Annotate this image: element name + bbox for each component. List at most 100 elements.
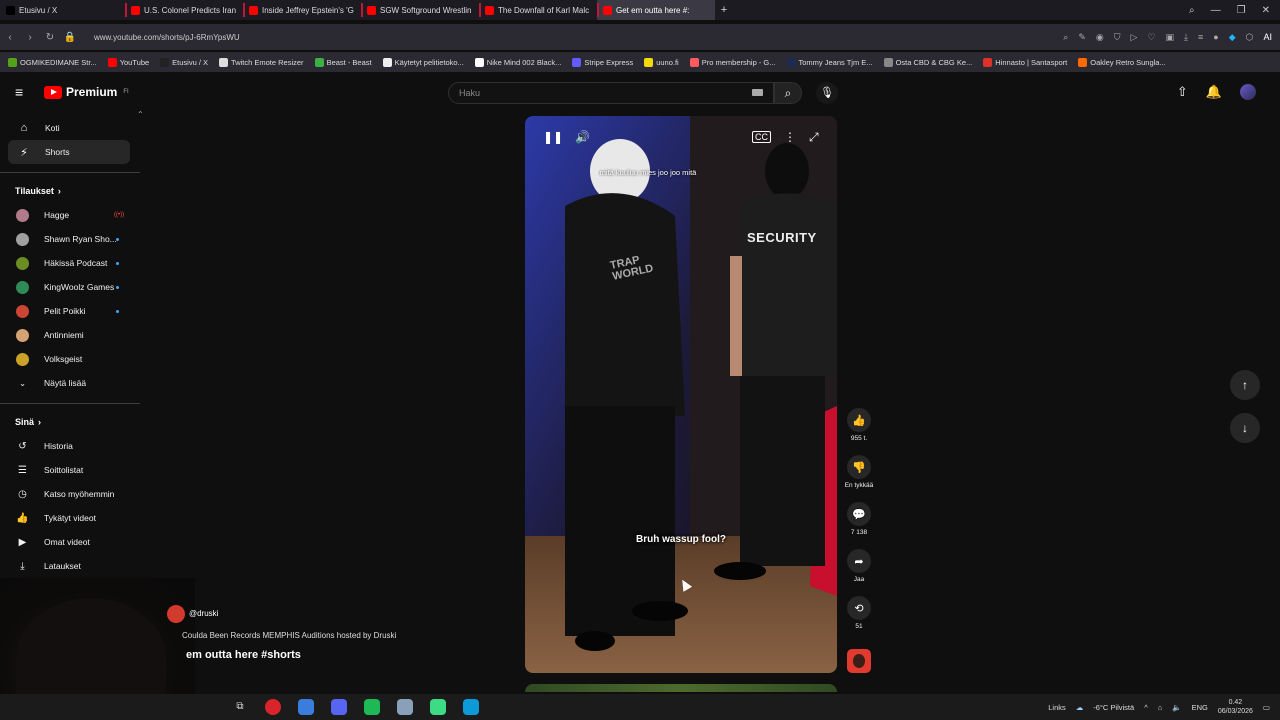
sidebar-item-downloads[interactable]: ⤓ Lataukset xyxy=(0,554,140,578)
more-options-icon[interactable]: ⋮ xyxy=(784,130,796,144)
captions-icon[interactable]: CC xyxy=(752,131,771,143)
shield-icon[interactable]: ⛉ xyxy=(1114,32,1121,43)
network-icon[interactable]: ⌂ xyxy=(1158,703,1163,712)
sidebar-item-playlists[interactable]: ☰ Soittolistat xyxy=(0,458,140,482)
bookmark-item[interactable]: Tommy Jeans Tjm E... xyxy=(786,57,873,67)
play-icon[interactable]: ▷ xyxy=(1131,32,1138,43)
subscription-item[interactable]: KingWoolz Games xyxy=(0,275,140,299)
create-upload-icon[interactable]: ⇧ xyxy=(1177,84,1188,100)
fullscreen-icon[interactable]: ⤢ xyxy=(809,130,819,145)
spotify-icon[interactable] xyxy=(364,699,380,715)
browser-tab[interactable]: Inside Jeffrey Epstein's 'G xyxy=(243,0,361,20)
opera-icon[interactable] xyxy=(265,699,281,715)
notifications-icon[interactable]: ▭ xyxy=(1263,703,1270,712)
show-more-button[interactable]: ⌄ Näytä lisää xyxy=(0,371,140,395)
sidebar-item-your-videos[interactable]: ▶ Omat videot xyxy=(0,530,140,554)
bookmark-item[interactable]: Pro membership - G... xyxy=(689,57,776,67)
sidebar-scroll-up-icon[interactable]: ⌃ xyxy=(137,110,144,119)
subscription-item[interactable]: Häkissä Podcast xyxy=(0,251,140,275)
subscriptions-heading[interactable]: Tilaukset › xyxy=(0,179,140,203)
camera-icon[interactable]: ◉ xyxy=(1096,32,1104,43)
download-icon[interactable]: ⤓ xyxy=(1184,32,1188,43)
clock[interactable]: 0.42 06/03/2026 xyxy=(1218,698,1253,716)
search-button[interactable]: ⌕ xyxy=(774,82,802,104)
remix-button[interactable]: ⟲ xyxy=(847,596,871,620)
bookmark-item[interactable]: uuno.fi xyxy=(644,57,679,67)
url-field[interactable]: www.youtube.com/shorts/pJ-6RmYpsWU xyxy=(94,33,240,42)
microphone-icon[interactable]: 🎙 xyxy=(816,82,838,104)
sidebar-item-watch-later[interactable]: ◷ Katso myöhemmin xyxy=(0,482,140,506)
share-button[interactable]: ➦ xyxy=(847,549,871,573)
bookmark-item[interactable]: Oakley Retro Sungla... xyxy=(1078,57,1166,67)
you-heading[interactable]: Sinä › xyxy=(0,410,140,434)
shorts-video-player[interactable]: ❚❚ 🔊 CC ⋮ ⤢ mitä kuuluu mies joo joo mit… xyxy=(525,116,837,673)
dislike-button[interactable]: 👎 xyxy=(847,455,871,479)
links-toolbar[interactable]: Links xyxy=(1048,703,1066,712)
subscription-item[interactable]: Pelit Poikki xyxy=(0,299,140,323)
new-tab-button[interactable]: + xyxy=(715,0,733,20)
bookmark-item[interactable]: Etusivu / X xyxy=(160,57,208,67)
maximize-icon[interactable]: ❐ xyxy=(1237,5,1246,16)
profile-icon[interactable]: ● xyxy=(1213,32,1218,42)
sidebar-item-shorts[interactable]: ⚡ Shorts xyxy=(8,140,130,164)
keyboard-icon[interactable] xyxy=(752,89,763,96)
heart-icon[interactable]: ♡ xyxy=(1147,32,1155,43)
browser-tab[interactable]: SGW Softground Wrestlin xyxy=(361,0,479,20)
search-tabs-icon[interactable]: ⌕ xyxy=(1189,5,1195,16)
speaker-icon[interactable]: 🔈 xyxy=(1172,703,1181,712)
subscription-item[interactable]: Shawn Ryan Sho... xyxy=(0,227,140,251)
edit-icon[interactable]: ✎ xyxy=(1078,32,1086,43)
next-short-preview[interactable] xyxy=(525,684,837,692)
subscription-item[interactable]: Volksgeist xyxy=(0,347,140,371)
next-short-button[interactable]: ↓ xyxy=(1230,413,1260,443)
short-sound-description[interactable]: Coulda Been Records MEMPHIS Auditions ho… xyxy=(182,631,396,640)
like-button[interactable]: 👍 xyxy=(847,408,871,432)
android-studio-icon[interactable] xyxy=(430,699,446,715)
close-icon[interactable]: ✕ xyxy=(1262,5,1270,16)
weather-text[interactable]: -6°C Pilvistä xyxy=(1093,703,1134,712)
bookmark-item[interactable]: Käytetyt pelitietoko... xyxy=(382,57,464,67)
bookmark-item[interactable]: Beast - Beast xyxy=(314,57,372,67)
ai-icon[interactable]: AI xyxy=(1263,32,1272,42)
volume-icon[interactable]: 🔊 xyxy=(575,130,590,144)
channel-avatar[interactable] xyxy=(167,605,185,623)
browser-tab[interactable]: U.S. Colonel Predicts Iran xyxy=(125,0,243,20)
edge-icon[interactable] xyxy=(463,699,479,715)
notifications-bell-icon[interactable]: 🔔 xyxy=(1206,84,1222,100)
copilot-icon[interactable] xyxy=(298,699,314,715)
bookmark-item[interactable]: Nike Mind 002 Black... xyxy=(474,57,561,67)
bookmark-item[interactable]: Osta CBD & CBG Ke... xyxy=(883,57,972,67)
sound-thumbnail[interactable] xyxy=(847,649,871,673)
browser-tab[interactable]: Etusivu / X xyxy=(0,0,125,20)
extension-box-icon[interactable]: ⬡ xyxy=(1246,32,1254,43)
subscription-item[interactable]: Hagge ((•)) xyxy=(0,203,140,227)
minimize-icon[interactable]: — xyxy=(1211,5,1221,16)
app-shield-icon[interactable] xyxy=(397,699,413,715)
menu-icon[interactable]: ≡ xyxy=(1198,32,1203,42)
sidebar-item-history[interactable]: ↺ Historia xyxy=(0,434,140,458)
hamburger-menu-icon[interactable]: ≡ xyxy=(15,85,29,99)
forward-icon[interactable]: › xyxy=(20,32,40,43)
language-indicator[interactable]: ENG xyxy=(1192,703,1208,712)
youtube-premium-logo[interactable]: Premium FI xyxy=(44,85,129,99)
back-icon[interactable]: ‹ xyxy=(0,32,20,43)
bookmark-item[interactable]: Twitch Emote Resizer xyxy=(219,57,304,67)
discord-icon[interactable] xyxy=(331,699,347,715)
bookmark-item[interactable]: Hinnasto | Santasport xyxy=(983,57,1067,67)
search-icon[interactable]: ⌕ xyxy=(1063,32,1068,43)
cube-icon[interactable]: ▣ xyxy=(1166,32,1175,43)
extension-icon[interactable]: ◆ xyxy=(1229,32,1236,43)
previous-short-button[interactable]: ↑ xyxy=(1230,370,1260,400)
sidebar-item-liked-videos[interactable]: 👍 Tykätyt videot xyxy=(0,506,140,530)
reload-icon[interactable]: ↻ xyxy=(40,32,60,43)
subscription-item[interactable]: Antinniemi xyxy=(0,323,140,347)
comments-button[interactable]: 💬 xyxy=(847,502,871,526)
task-view-icon[interactable]: ⧉ xyxy=(232,699,248,715)
search-input[interactable]: Haku xyxy=(448,82,774,104)
browser-tab[interactable]: Get em outta here #: xyxy=(597,0,715,20)
bookmark-item[interactable]: OGMIKEDIMANE Str... xyxy=(8,57,97,67)
sidebar-item-koti[interactable]: ⌂ Koti xyxy=(8,116,130,140)
channel-name[interactable]: @druski xyxy=(189,609,218,618)
bookmark-item[interactable]: Stripe Express xyxy=(572,57,633,67)
pause-icon[interactable]: ❚❚ xyxy=(543,130,563,144)
